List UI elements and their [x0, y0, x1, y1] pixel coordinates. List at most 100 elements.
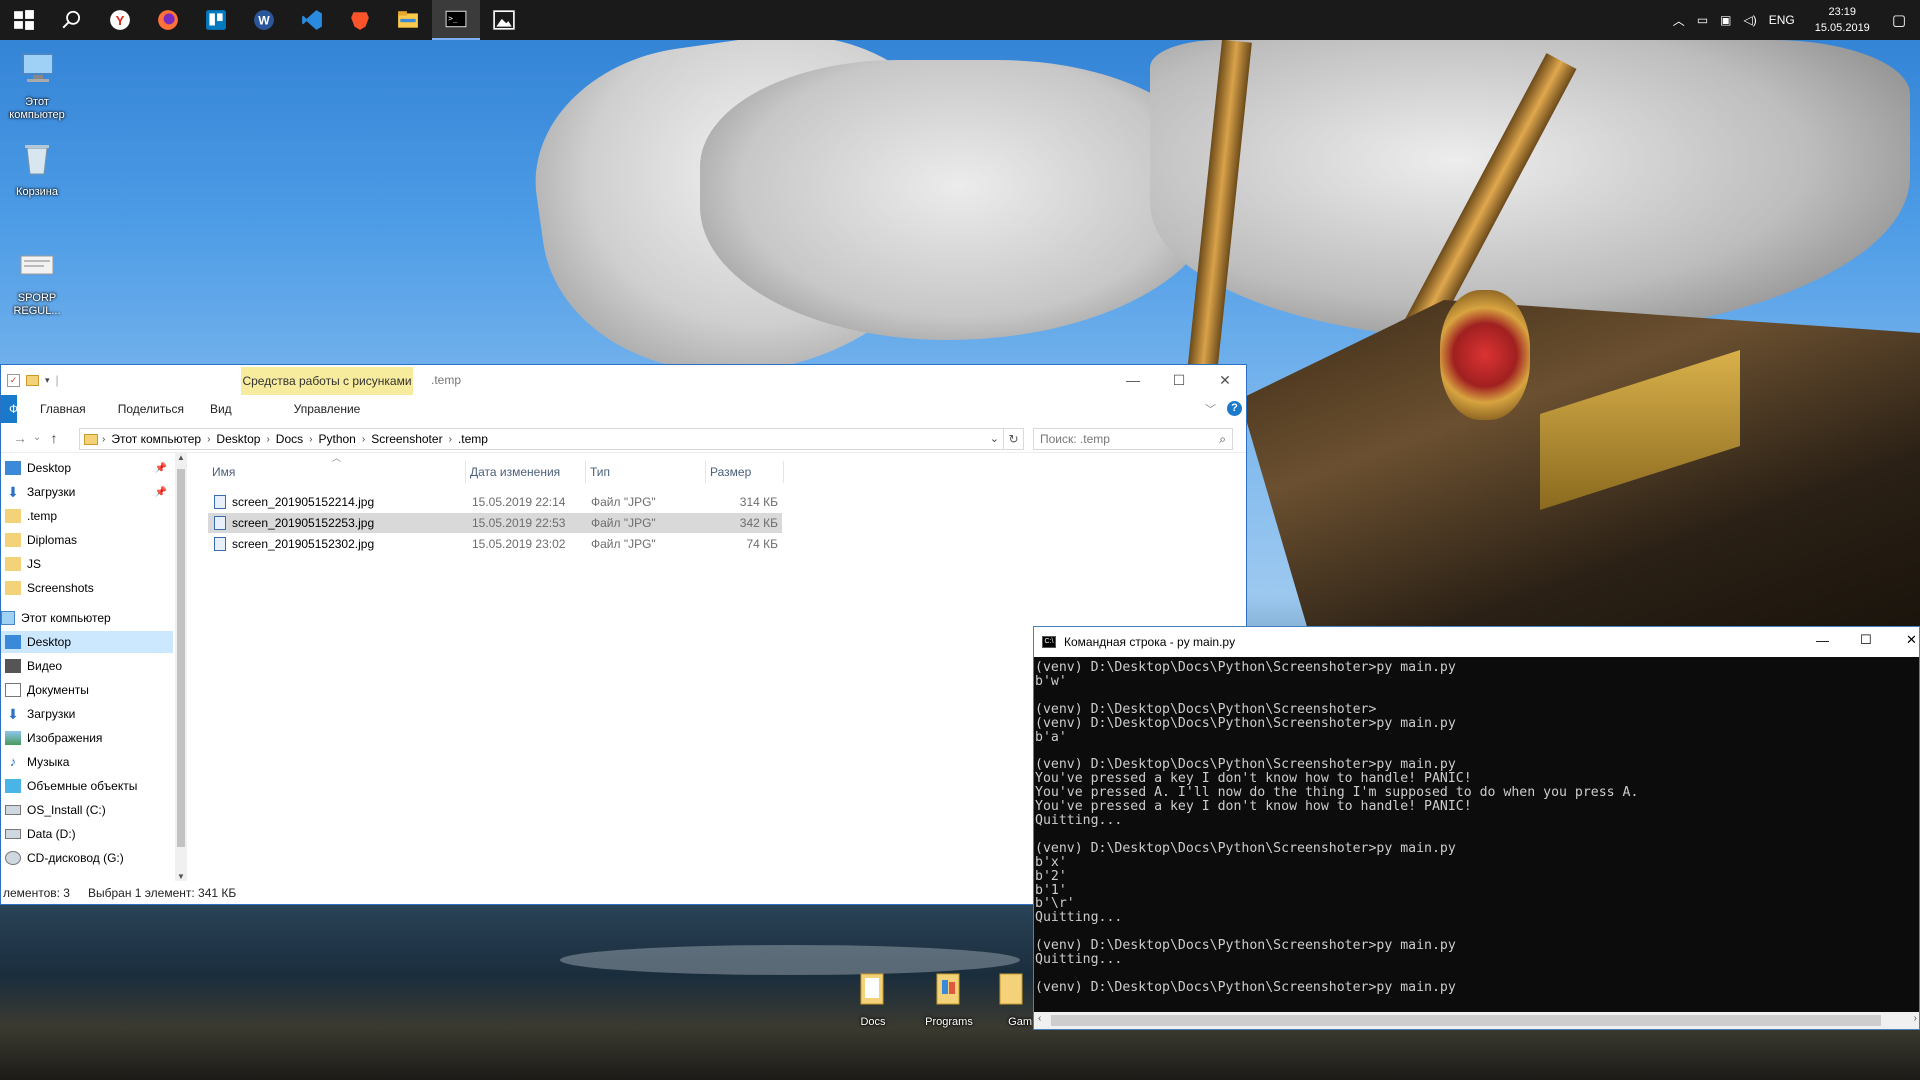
column-header-type[interactable]: Тип [586, 461, 706, 483]
notifications-icon[interactable]: ▢ [1884, 11, 1920, 29]
ribbon-expand-icon[interactable]: ﹀ [1205, 401, 1216, 417]
nav-item-drive-d[interactable]: Data (D:) [1, 823, 173, 845]
scrollbar-thumb[interactable] [177, 469, 185, 847]
file-row[interactable]: screen_201905152253.jpg 15.05.2019 22:53… [208, 513, 782, 533]
file-explorer-icon[interactable] [384, 0, 432, 40]
breadcrumb-item[interactable]: Screenshoter [365, 432, 448, 446]
folder-icon [860, 973, 884, 1005]
trello-icon[interactable] [192, 0, 240, 40]
nav-item-3d-objects[interactable]: Объемные объекты [1, 775, 173, 797]
cmd-title-bar: C:\ Командная строка - py main.py — ☐ ✕ [1034, 627, 1919, 657]
photos-icon[interactable] [480, 0, 528, 40]
scroll-right-icon[interactable]: › [1914, 1013, 1917, 1024]
nav-item-js[interactable]: JS [1, 553, 173, 575]
help-icon[interactable]: ? [1227, 401, 1242, 416]
nav-item-desktop-pinned[interactable]: Desktop 📌 [1, 457, 173, 479]
brave-icon[interactable] [336, 0, 384, 40]
desktop-icon-sporp[interactable]: SPORP REGUL... [0, 244, 74, 318]
word-icon[interactable]: W [240, 0, 288, 40]
search-icon[interactable] [48, 0, 96, 40]
nav-item-downloads[interactable]: ⬇ Загрузки [1, 703, 173, 725]
scroll-left-icon[interactable]: ‹ [1038, 1013, 1041, 1024]
breadcrumb-item[interactable]: Desktop [210, 432, 266, 446]
nav-item-music[interactable]: ♪ Музыка [1, 751, 173, 773]
yandex-browser-icon[interactable]: Y [96, 0, 144, 40]
nav-item-label: Загрузки [27, 485, 76, 499]
breadcrumb-item[interactable]: .temp [452, 432, 494, 446]
refresh-icon[interactable]: ↻ [1004, 428, 1024, 450]
horizontal-scrollbar[interactable]: ‹ › [1034, 1012, 1919, 1029]
customize-qat-icon[interactable]: ▾ [45, 375, 50, 386]
close-button[interactable]: ✕ [1202, 365, 1248, 395]
minimize-button[interactable]: — [1110, 365, 1156, 395]
column-header-date[interactable]: Дата изменения [466, 461, 586, 483]
minimize-button[interactable]: — [1816, 633, 1829, 648]
address-dropdown-icon[interactable]: ⌄ [990, 432, 999, 445]
new-folder-icon[interactable] [26, 374, 39, 386]
firefox-icon[interactable] [144, 0, 192, 40]
console-line: (venv) D:\Desktop\Docs\Python\Screenshot… [1035, 715, 1456, 731]
tab-share[interactable]: Поделиться [105, 395, 197, 423]
nav-item-this-pc[interactable]: Этот компьютер [1, 607, 173, 629]
desktop-icon-programs[interactable]: Programs [912, 968, 986, 1029]
breadcrumb-item[interactable]: Этот компьютер [105, 432, 207, 446]
tab-file[interactable]: Файл [1, 395, 17, 423]
recent-locations-icon[interactable]: ⌄ [31, 432, 43, 443]
nav-item-videos[interactable]: Видео [1, 655, 173, 677]
breadcrumb-item[interactable]: Docs [270, 432, 309, 446]
back-arrow-icon[interactable]: → [9, 430, 31, 446]
file-date: 15.05.2019 22:14 [472, 495, 566, 509]
scroll-down-icon[interactable]: ▼ [177, 872, 185, 881]
close-button[interactable]: ✕ [1906, 632, 1917, 648]
battery-icon[interactable]: ▭ [1691, 13, 1714, 27]
maximize-button[interactable]: ☐ [1156, 365, 1202, 395]
nav-item-documents[interactable]: Документы [1, 679, 173, 701]
nav-scrollbar[interactable]: ▲ ▼ [175, 453, 187, 881]
desktop-icon-docs[interactable]: Docs [836, 968, 910, 1029]
nav-item-desktop[interactable]: Desktop [1, 631, 173, 653]
desktop-icon-label: Programs [925, 1016, 973, 1028]
breadcrumb-item[interactable]: Python [312, 432, 361, 446]
column-header-name[interactable]: Имя [208, 461, 466, 483]
system-tray: ︿ ▭ ▣ ◁) ENG 23:19 15.05.2019 ▢ [1667, 0, 1920, 40]
console-output[interactable]: (venv) D:\Desktop\Docs\Python\Screenshot… [1034, 657, 1919, 1007]
address-bar[interactable]: › Этот компьютер › Desktop › Docs › Python ›… [79, 428, 1004, 450]
maximize-button[interactable]: ☐ [1860, 632, 1872, 648]
window-title: .temp [431, 373, 462, 387]
tab-view[interactable]: Вид [197, 395, 245, 423]
chevron-up-icon[interactable]: ︿ [1667, 12, 1691, 29]
tab-manage[interactable]: Управление [241, 395, 413, 423]
language-indicator[interactable]: ENG [1763, 13, 1801, 27]
nav-item-cd-drive[interactable]: CD-дисковод (G:) [1, 847, 173, 869]
clock[interactable]: 23:19 15.05.2019 [1801, 4, 1884, 36]
nav-item-drive-c[interactable]: OS_Install (C:) [1, 799, 173, 821]
vscode-icon[interactable] [288, 0, 336, 40]
volume-icon[interactable]: ◁) [1738, 13, 1763, 27]
tab-home[interactable]: Главная [27, 395, 99, 423]
desktop-icon-games[interactable]: Gam [982, 968, 1032, 1029]
nav-item-diplomas[interactable]: Diplomas [1, 529, 173, 551]
scrollbar-thumb[interactable] [1051, 1015, 1881, 1026]
scroll-up-icon[interactable]: ▲ [177, 453, 185, 462]
desktop-icon-label: Gam [1008, 1016, 1032, 1028]
file-row[interactable]: screen_201905152302.jpg 15.05.2019 23:02… [208, 534, 782, 554]
computer-icon [22, 53, 54, 82]
column-header-size[interactable]: Размер [706, 461, 784, 483]
network-icon[interactable]: ▣ [1714, 13, 1737, 27]
start-icon[interactable] [0, 0, 48, 40]
properties-icon[interactable]: ✓ [7, 373, 20, 387]
console-line: (venv) D:\Desktop\Docs\Python\Screenshot… [1035, 757, 1456, 773]
nav-item-screenshots[interactable]: Screenshots [1, 577, 173, 599]
nav-item-downloads-pinned[interactable]: ⬇ Загрузки 📌 [1, 481, 173, 503]
cmd-icon[interactable]: >_ [432, 0, 480, 40]
file-row[interactable]: screen_201905152214.jpg 15.05.2019 22:14… [208, 492, 782, 512]
search-input[interactable]: Поиск: .temp ⌕ [1033, 428, 1233, 450]
nav-item-temp[interactable]: .temp [1, 505, 173, 527]
recycle-bin-icon [25, 145, 49, 175]
nav-item-pictures[interactable]: Изображения [1, 727, 173, 749]
desktop-icon-this-pc[interactable]: Этот компьютер [0, 48, 74, 122]
up-arrow-icon[interactable]: ↑ [43, 430, 65, 446]
nav-item-label: Desktop [27, 635, 72, 649]
nav-item-label: JS [27, 557, 42, 571]
desktop-icon-recycle-bin[interactable]: Корзина [0, 138, 74, 199]
